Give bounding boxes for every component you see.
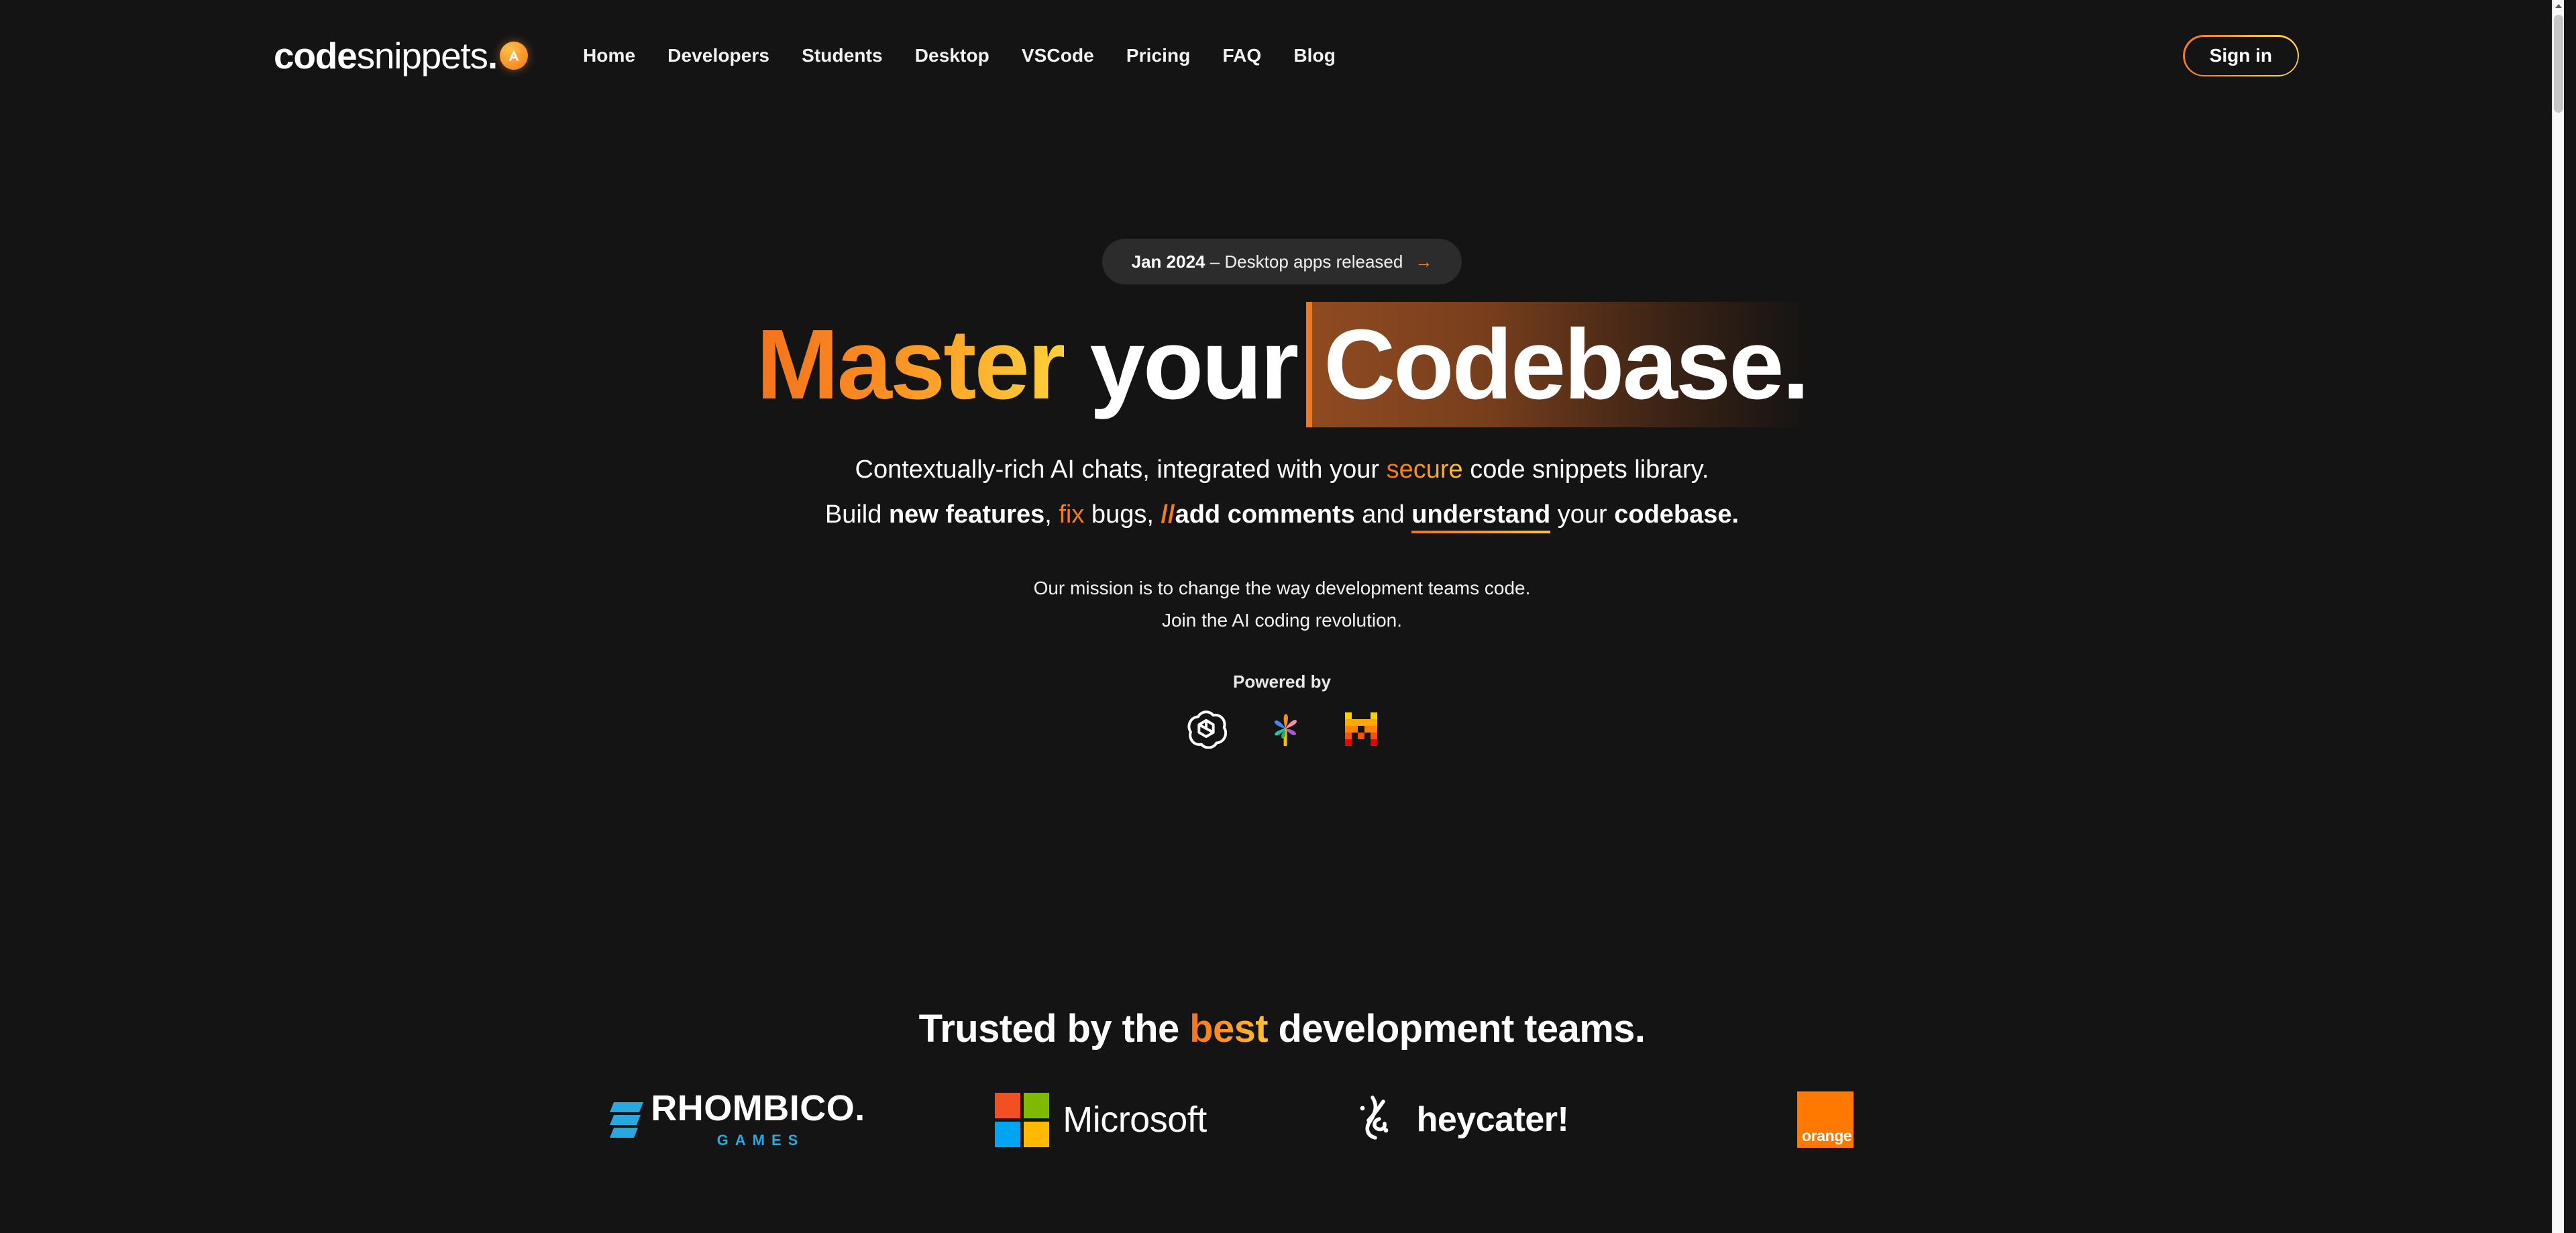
sign-in-button[interactable]: Sign in — [2183, 35, 2299, 76]
rhombico-bar-2 — [610, 1115, 641, 1125]
sub2-and: and — [1355, 500, 1412, 529]
sub2-add-comments: add comments — [1175, 500, 1355, 529]
sub2-bugs: bugs, — [1084, 500, 1161, 529]
orange-square-icon: orange — [1797, 1091, 1854, 1148]
page-root: codesnippets. Home Developers Students D… — [0, 0, 2564, 1233]
rhombico-games-logo[interactable]: RHOMBICO. GAMES — [557, 1090, 920, 1149]
microsoft-logo[interactable]: Microsoft — [920, 1093, 1282, 1147]
orange-logo[interactable]: orange — [1644, 1091, 2006, 1148]
heycater-lockup: heycater! — [1358, 1093, 1569, 1146]
sub2-codebase: codebase. — [1614, 500, 1739, 529]
trusted-highlight-best: best — [1189, 1007, 1268, 1051]
rhombico-lockup: RHOMBICO. GAMES — [612, 1090, 865, 1149]
rhombico-bar-1 — [610, 1102, 643, 1112]
headline-word-master: Master — [756, 309, 1064, 420]
trusted-part-2: development teams. — [1268, 1007, 1645, 1051]
brand-light-text: snippets — [357, 35, 488, 76]
brand-dot: . — [488, 35, 497, 76]
ms-square-yellow — [1024, 1122, 1049, 1147]
microsoft-wordmark: Microsoft — [1063, 1099, 1207, 1140]
mission-statement: Our mission is to change the way develop… — [0, 572, 2564, 637]
nav-item-vscode[interactable]: VSCode — [1006, 38, 1110, 73]
sub2-your: your — [1550, 500, 1614, 529]
codesnippets-logo-icon — [500, 42, 528, 70]
badge-text: Jan 2024 – Desktop apps released — [1132, 252, 1403, 272]
vertical-scrollbar[interactable] — [2552, 0, 2564, 1233]
mission-line-1: Our mission is to change the way develop… — [0, 572, 2564, 604]
rhombico-subtitle: GAMES — [717, 1132, 805, 1149]
sub2-slashes: // — [1161, 500, 1175, 529]
trusted-part-1: Trusted by the — [919, 1007, 1190, 1051]
powered-by-logos — [0, 707, 2564, 752]
hero-headline: Master yourCodebase. — [0, 302, 2564, 427]
badge-message: – Desktop apps released — [1205, 252, 1403, 272]
ms-square-red — [995, 1093, 1020, 1118]
brand-wordmark: codesnippets. — [274, 38, 497, 74]
headline-word-your: your — [1090, 309, 1297, 420]
nav-item-desktop[interactable]: Desktop — [899, 38, 1006, 73]
brand-bold-text: code — [274, 35, 357, 76]
ms-square-green — [1024, 1093, 1049, 1118]
ms-square-blue — [995, 1122, 1020, 1147]
heycater-logo[interactable]: heycater! — [1282, 1093, 1644, 1146]
hero-subtitle-line-1: Contextually-rich AI chats, integrated w… — [0, 450, 2564, 490]
orange-wordmark: orange — [1802, 1128, 1851, 1144]
openai-logo-icon[interactable] — [1185, 707, 1227, 752]
text-cursor-bar — [1306, 302, 1312, 427]
heycater-doodle-icon — [1358, 1093, 1399, 1146]
heycater-wordmark: heycater! — [1417, 1100, 1569, 1140]
trusted-by-title: Trusted by the best development teams. — [0, 1006, 2564, 1051]
subtitle-part-2: code snippets library. — [1463, 455, 1709, 484]
sub2-fix: fix — [1059, 500, 1084, 529]
scroll-up-arrow-icon[interactable] — [2553, 0, 2564, 12]
hero-section: Jan 2024 – Desktop apps released → Maste… — [0, 111, 2564, 752]
nav-item-students[interactable]: Students — [786, 38, 899, 73]
rhombico-name: RHOMBICO. — [651, 1090, 865, 1126]
rhombico-mark-icon — [612, 1102, 641, 1138]
brand-logo[interactable]: codesnippets. — [274, 38, 528, 74]
nav-item-blog[interactable]: Blog — [1277, 38, 1352, 73]
rhombico-bar-3 — [610, 1128, 638, 1138]
sub2-new-features: new features — [889, 500, 1044, 529]
sub2-build: Build — [825, 500, 889, 529]
microsoft-lockup: Microsoft — [995, 1093, 1207, 1147]
announcement-badge-row: Jan 2024 – Desktop apps released → — [0, 239, 2564, 284]
google-palm-logo-icon[interactable] — [1265, 707, 1306, 752]
mission-line-2: Join the AI coding revolution. — [0, 604, 2564, 637]
trusted-by-section: Trusted by the best development teams. R… — [0, 1006, 2564, 1149]
nav-item-pricing[interactable]: Pricing — [1110, 38, 1207, 73]
signin-container: Sign in — [2183, 35, 2299, 76]
subtitle-highlight-secure: secure — [1387, 455, 1463, 484]
sub2-comma: , — [1044, 500, 1059, 529]
headline-codebase-highlight: Codebase. — [1306, 302, 1807, 427]
rhombico-wordmark: RHOMBICO. GAMES — [651, 1090, 865, 1149]
headline-word-codebase: Codebase. — [1324, 309, 1807, 420]
arrow-right-icon: → — [1415, 253, 1432, 270]
announcement-badge[interactable]: Jan 2024 – Desktop apps released → — [1102, 239, 1462, 284]
microsoft-squares-icon — [995, 1093, 1049, 1147]
badge-date: Jan 2024 — [1132, 252, 1205, 272]
mistral-ai-logo-icon[interactable] — [1344, 707, 1379, 752]
nav-item-home[interactable]: Home — [567, 38, 651, 73]
main-navigation: Home Developers Students Desktop VSCode … — [567, 38, 1352, 73]
trusted-logo-row: RHOMBICO. GAMES Microsoft — [0, 1090, 2564, 1149]
hero-subtitle-line-2: Build new features, fix bugs, //add comm… — [0, 495, 2564, 535]
subtitle-part-1: Contextually-rich AI chats, integrated w… — [855, 455, 1387, 484]
scroll-up-arrow-glyph — [2555, 4, 2562, 8]
scrollbar-thumb[interactable] — [2554, 15, 2563, 113]
sub2-understand: understand — [1411, 500, 1550, 533]
nav-item-faq[interactable]: FAQ — [1206, 38, 1277, 73]
powered-by-label: Powered by — [0, 672, 2564, 692]
site-header: codesnippets. Home Developers Students D… — [0, 0, 2564, 111]
nav-item-developers[interactable]: Developers — [651, 38, 786, 73]
